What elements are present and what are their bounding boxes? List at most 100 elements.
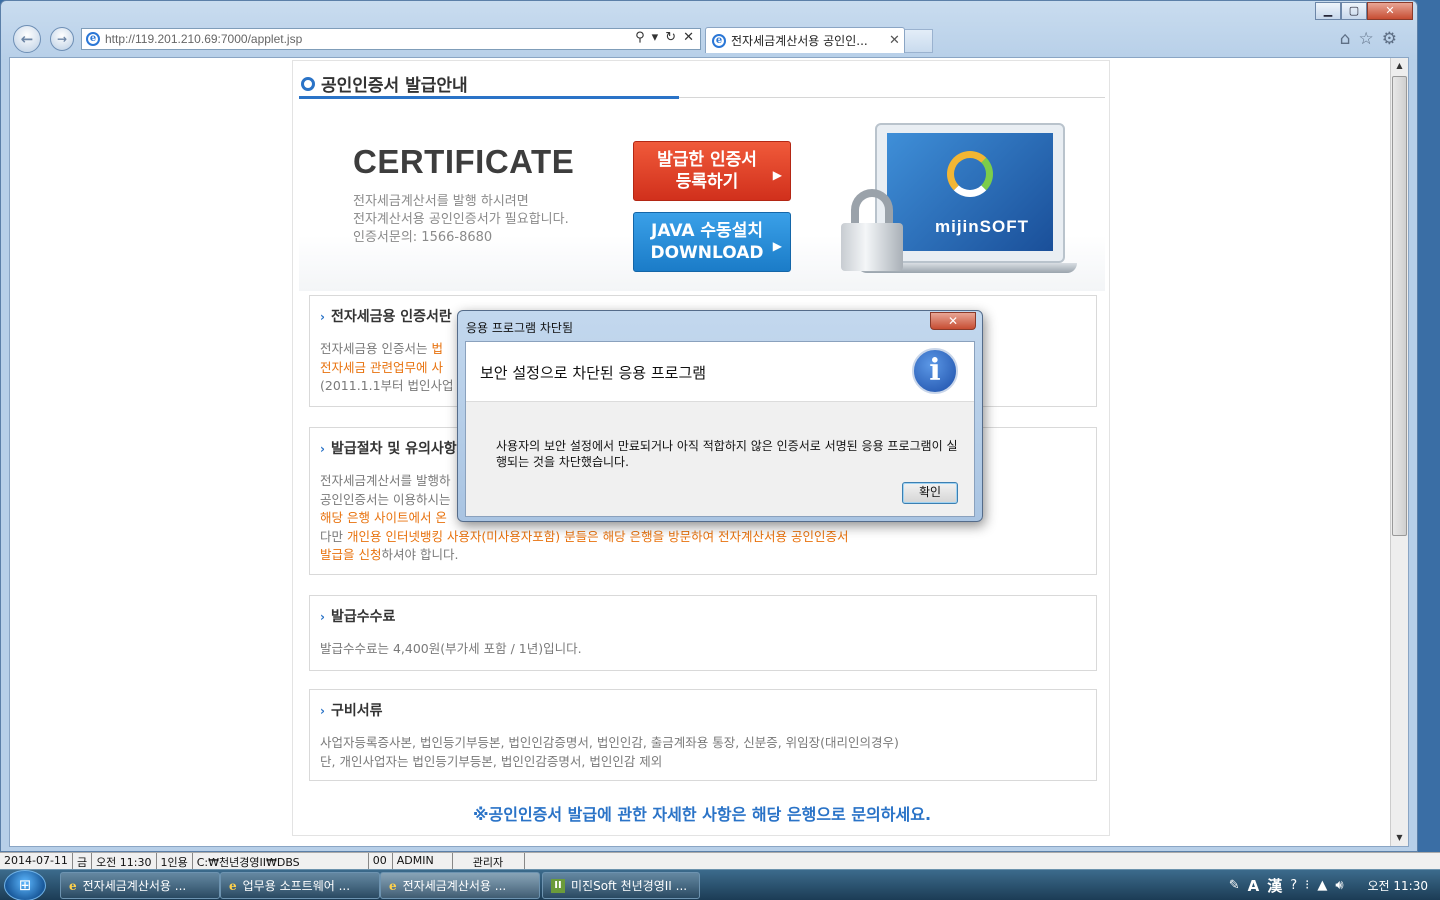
section-title-text: 전자세금용 인증서란 — [330, 309, 452, 325]
info-icon: i — [912, 348, 958, 394]
s2-line-5b: 하셔야 합니다. — [381, 547, 459, 562]
register-btn-line-1: 발급한 인증서 — [657, 150, 757, 170]
padlock-icon — [841, 189, 903, 271]
taskbar-item-1[interactable]: e 전자세금계산서용 ... — [60, 872, 220, 899]
section-body: 사업자등록증사본, 법인등기부등본, 법인인감증명서, 법인인감, 출금계좌용 … — [320, 734, 899, 771]
search-icon[interactable]: ⚲ — [635, 30, 645, 45]
section-body: 발급수수료는 4,400원(부가세 포함 / 1년)입니다. — [320, 640, 582, 659]
s1-line-1a: 전자세금용 인증서는 — [320, 341, 428, 356]
help-icon[interactable]: ? — [1290, 878, 1297, 893]
s1-line-1: 전자세금용 인증서는 법 — [320, 340, 454, 359]
show-hidden-icons[interactable]: ▲ — [1317, 878, 1327, 893]
new-tab-button[interactable] — [905, 29, 933, 53]
system-tray: ✎ A 漢 ? ⁝ ▲ 🔊︎ 오전 11:30 — [1229, 870, 1440, 900]
dialog-close-button[interactable]: ✕ — [930, 312, 976, 330]
tray-options-icon[interactable]: ⁝ — [1305, 878, 1309, 893]
address-bar[interactable]: e http://119.201.210.69:7000/applet.jsp … — [81, 28, 701, 50]
s2-line-5: 발급을 신청하셔야 합니다. — [320, 546, 849, 565]
dialog-title: 응용 프로그램 차단됨 — [466, 321, 573, 335]
ie-logo-icon: e — [86, 32, 100, 46]
register-certificate-button[interactable]: 발급한 인증서 등록하기 ▶ — [633, 141, 791, 201]
tray-clock[interactable]: 오전 11:30 — [1368, 877, 1428, 894]
scroll-up-icon[interactable]: ▲ — [1391, 58, 1408, 74]
tab-active[interactable]: e 전자세금계산서용 공인인... ✕ — [705, 27, 905, 53]
section-body: 전자세금용 인증서는 법 전자세금 관련업무에 사 (2011.1.1부터 법인… — [320, 340, 454, 396]
ok-button[interactable]: 확인 — [902, 482, 958, 504]
taskbar-item-3[interactable]: e 전자세금계산서용 ... — [380, 872, 540, 899]
s2-line-5a: 발급을 신청 — [320, 547, 382, 562]
start-button[interactable]: ⊞ — [4, 870, 46, 900]
windows-logo-icon: ⊞ — [18, 876, 32, 894]
hero-desc-line-2: 전자계산서용 공인인증서가 필요합니다. — [353, 212, 569, 227]
s2-line-4a: 다만 — [320, 528, 347, 544]
section-fee: › 발급수수료 발급수수료는 4,400원(부가세 포함 / 1년)입니다. — [309, 595, 1097, 671]
certificate-description: 전자세금계산서를 발행 하시려면 전자계산서용 공인인증서가 필요합니다. 인증… — [353, 193, 569, 247]
forward-button[interactable]: → — [50, 27, 74, 51]
url-text[interactable]: http://119.201.210.69:7000/applet.jsp — [105, 32, 302, 46]
status-date: 2014-07-11 — [0, 853, 73, 869]
section-title-text: 발급절차 및 유의사항 — [330, 441, 457, 457]
hero-desc-line-3: 인증서문의: 1566-8680 — [353, 230, 493, 245]
section-title: › 발급절차 및 유의사항 — [320, 438, 457, 458]
section-title: › 구비서류 — [320, 700, 382, 720]
status-day: 금 — [73, 853, 93, 869]
certificate-heading: CERTIFICATE — [353, 143, 575, 180]
s1-line-1b: 법 — [431, 341, 443, 356]
status-time: 오전 11:30 — [92, 853, 157, 869]
browser-toolbar-icons: ⌂ ☆ ⚙ — [1340, 29, 1397, 49]
app-status-bar: 2014-07-11 금 오전 11:30 1인용 C:₩천년경영II₩DBS … — [0, 852, 1440, 869]
window-controls: ▁ ▢ ✕ — [1315, 2, 1413, 20]
volume-icon[interactable]: 🔊︎ — [1335, 878, 1343, 893]
app-taskbar-icon: II — [551, 878, 565, 893]
language-bar-icon[interactable]: ✎ — [1229, 878, 1240, 893]
mijinsoft-logo-icon — [947, 151, 993, 197]
maximize-button[interactable]: ▢ — [1341, 2, 1367, 20]
chevron-right-icon: ▶ — [772, 168, 782, 182]
windows-taskbar: ⊞ e 전자세금계산서용 ... e 업무용 소프트웨어 ... e 전자세금계산서용… — [0, 869, 1440, 900]
laptop-screen: mijinSOFT — [875, 123, 1065, 263]
register-btn-line-2: 등록하기 — [675, 172, 739, 192]
favorites-star-icon[interactable]: ☆ — [1359, 29, 1374, 49]
settings-gear-icon[interactable]: ⚙ — [1382, 29, 1397, 49]
status-user: ADMIN — [393, 853, 453, 869]
minimize-button[interactable]: ▁ — [1315, 2, 1341, 20]
java-btn-line-1: JAVA 수동설치 — [651, 221, 763, 241]
ime-mode-a[interactable]: A — [1248, 877, 1260, 895]
chevron-icon: › — [320, 442, 325, 456]
navigation-bar: ← → e http://119.201.210.69:7000/applet.… — [1, 23, 1417, 57]
refresh-icon[interactable]: ↻ — [665, 30, 676, 45]
page-title-text: 공인인증서 발급안내 — [321, 76, 468, 96]
taskbar-item-4[interactable]: II 미진Soft 천년경영II ... — [542, 872, 700, 899]
taskbar-item-2[interactable]: e 업무용 소프트웨어 ... — [220, 872, 380, 899]
tab-title: 전자세금계산서용 공인인... — [731, 34, 868, 48]
chevron-icon: › — [320, 610, 325, 624]
dialog-header: 보안 설정으로 차단된 응용 프로그램 i — [466, 342, 974, 402]
s2-line-4: 다만 개인용 인터넷뱅킹 사용자(미사용자포함) 분들은 해당 은행을 방문하여… — [320, 528, 849, 547]
java-download-button[interactable]: JAVA 수동설치 DOWNLOAD ▶ — [633, 212, 791, 272]
page-title: 공인인증서 발급안내 — [301, 71, 468, 96]
hero-banner: CERTIFICATE 전자세금계산서를 발행 하시려면 전자계산서용 공인인증… — [299, 105, 1105, 291]
home-icon[interactable]: ⌂ — [1340, 29, 1351, 49]
ime-mode-han[interactable]: 漢 — [1267, 875, 1282, 896]
close-window-button[interactable]: ✕ — [1367, 2, 1413, 20]
status-code: 00 — [369, 853, 393, 869]
chevron-icon: › — [320, 704, 325, 718]
dropdown-icon[interactable]: ▾ — [652, 30, 659, 45]
hero-desc-line-1: 전자세금계산서를 발행 하시려면 — [353, 194, 529, 209]
taskbar-item-label: 미진Soft 천년경영II ... — [571, 879, 688, 893]
s2-line-4b: 개인용 인터넷뱅킹 사용자(미사용자포함) 분들은 해당 은행을 방문하여 전자… — [346, 528, 849, 544]
dialog-content: 보안 설정으로 차단된 응용 프로그램 i 사용자의 보안 설정에서 만료되거나… — [465, 341, 975, 517]
brand-logo-text: mijinSOFT — [935, 217, 1029, 236]
vertical-scrollbar[interactable]: ▲ ▼ — [1390, 58, 1408, 846]
scroll-thumb[interactable] — [1392, 76, 1407, 536]
taskbar-item-label: 전자세금계산서용 ... — [82, 879, 187, 893]
stop-icon[interactable]: ✕ — [683, 30, 694, 45]
forward-arrow-icon: → — [56, 32, 68, 46]
laptop-display: mijinSOFT — [887, 133, 1053, 251]
scroll-down-icon[interactable]: ▼ — [1391, 830, 1408, 846]
footer-note: ※공인인증서 발급에 관한 자세한 사항은 해당 은행으로 문의하세요. — [472, 805, 932, 824]
title-underline — [299, 96, 679, 99]
tab-close-icon[interactable]: ✕ — [889, 33, 900, 48]
section-title: › 전자세금용 인증서란 — [320, 306, 452, 326]
back-button[interactable]: ← — [13, 25, 41, 53]
